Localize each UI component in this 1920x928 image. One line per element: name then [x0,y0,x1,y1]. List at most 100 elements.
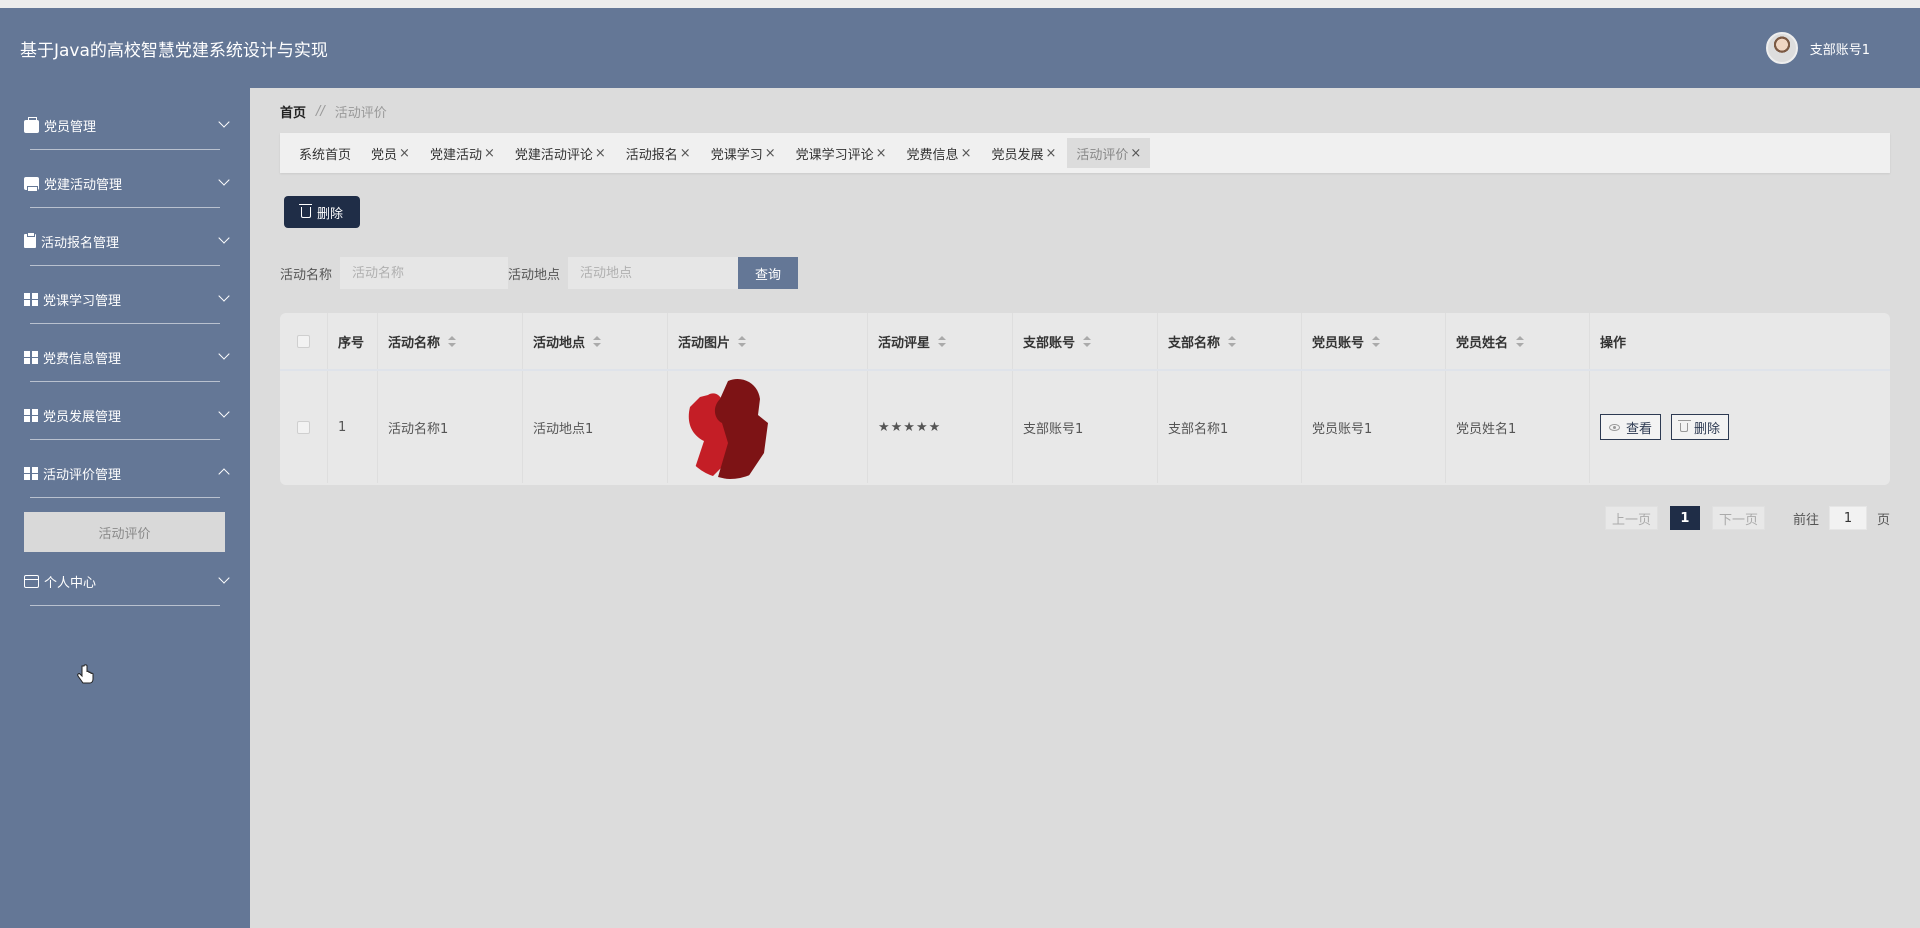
breadcrumb-home[interactable]: 首页 [280,102,306,121]
row-checkbox-cell [280,371,328,483]
user-name[interactable]: 支部账号1 [1810,39,1870,58]
tab-label: 党建活动评论 [514,147,593,163]
page-number-current[interactable]: 1 [1669,506,1700,530]
sidebar-item-label: 活动报名管理 [41,235,120,251]
close-icon[interactable]: × [595,146,606,161]
sort-icon[interactable] [448,335,457,347]
tab-signup[interactable]: 活动报名 × [617,138,700,168]
column-label: 序号 [338,335,365,351]
sidebar-item-personal-center[interactable]: 个人中心 [0,552,250,610]
activity-name-input[interactable] [340,257,509,289]
search-bar: 活动名称 活动地点 查询 [280,257,799,289]
tab-label: 党员 [371,147,398,163]
activity-place-label: 活动地点 [508,267,561,283]
column-header[interactable]: 党员账号 [1302,313,1446,369]
sidebar-item-signup-management[interactable]: 活动报名管理 [0,212,250,270]
sidebar-item-activity-management[interactable]: 党建活动管理 [0,154,250,212]
chevron-up-icon [218,468,230,480]
column-header[interactable]: 活动名称 [378,313,523,369]
close-icon[interactable]: × [484,146,495,161]
sidebar-item-evaluation-management[interactable]: 活动评价管理 [0,444,250,502]
sidebar-item-study-management[interactable]: 党课学习管理 [0,270,250,328]
close-icon[interactable]: × [1045,146,1056,161]
sidebar: 党员管理 党建活动管理 活动报名管理 党课学习管理 党费信息管理 党员发展管理 … [0,88,250,928]
tab-label: 党费信息 [906,147,959,163]
trash-icon [1678,419,1692,432]
close-icon[interactable]: × [876,146,887,161]
next-page-button[interactable]: 下一页 [1711,506,1765,530]
column-header[interactable]: 党员姓名 [1446,313,1590,369]
tab-study[interactable]: 党课学习 × [702,138,785,168]
activity-name-label: 活动名称 [280,267,333,283]
batch-delete-label: 删除 [316,206,343,222]
sidebar-item-label: 党课学习管理 [43,293,122,309]
tab-study-comment[interactable]: 党课学习评论 × [787,138,896,168]
batch-delete-button[interactable]: 删除 [284,196,360,228]
sidebar-item-member-management[interactable]: 党员管理 [0,96,250,154]
column-header[interactable]: 活动图片 [668,313,868,369]
main-content: 首页 // 活动评价 系统首页 党员 × 党建活动 × 党建活动评论 × 活动报名 × … [250,88,1920,928]
column-label: 党员账号 [1312,335,1365,351]
row-delete-label: 删除 [1694,421,1721,437]
card-icon [24,574,39,588]
row-delete-button[interactable]: 删除 [1671,414,1730,440]
sort-icon[interactable] [738,335,747,347]
activity-place-input[interactable] [568,257,739,289]
goto-label: 前往 [1792,512,1819,528]
row-checkbox[interactable] [297,420,310,434]
sort-icon[interactable] [1228,335,1237,347]
tab-development[interactable]: 党员发展 × [982,138,1065,168]
user-menu[interactable]: 支部账号1 [1765,32,1870,64]
chevron-down-icon [218,232,230,244]
breadcrumb-separator: // [316,104,325,119]
close-icon[interactable]: × [1130,146,1141,161]
column-header[interactable]: 活动评星 [868,313,1013,369]
sort-icon[interactable] [1083,335,1092,347]
close-icon[interactable]: × [680,146,691,161]
tab-label: 党课学习 [710,147,763,163]
sidebar-item-development-management[interactable]: 党员发展管理 [0,386,250,444]
briefcase-icon [24,116,39,133]
prev-page-button[interactable]: 上一页 [1604,506,1658,530]
star-rating: ★★★★★ [878,419,942,435]
tab-system-home[interactable]: 系统首页 [290,138,360,168]
tab-fee[interactable]: 党费信息 × [898,138,981,168]
chevron-down-icon [218,348,230,360]
column-label: 支部账号 [1023,335,1076,351]
column-label: 活动地点 [533,335,586,351]
column-header[interactable]: 活动地点 [523,313,668,369]
tab-label: 党建活动 [429,147,482,163]
activity-thumbnail-image[interactable] [678,375,782,479]
tab-activity-comment[interactable]: 党建活动评论 × [506,138,615,168]
column-header[interactable]: 支部账号 [1013,313,1158,369]
tab-bar: 系统首页 党员 × 党建活动 × 党建活动评论 × 活动报名 × 党课学习 × 党课学习评… [280,133,1890,173]
sidebar-item-label: 党建活动管理 [44,177,123,193]
chevron-down-icon [218,572,230,584]
avatar[interactable] [1765,32,1798,64]
sort-icon[interactable] [593,335,602,347]
grid-icon [24,292,38,306]
sort-icon[interactable] [1516,335,1525,347]
view-button[interactable]: 查看 [1600,414,1662,440]
header-checkbox-cell [280,313,328,369]
tab-member[interactable]: 党员 × [362,138,419,168]
goto-page-input[interactable]: 1 [1828,506,1867,530]
tab-evaluation[interactable]: 活动评价 × [1067,138,1151,168]
app-header: 基于Java的高校智慧党建系统设计与实现 支部账号1 [0,8,1920,88]
pagination: 上一页 1 下一页 前往 1 页 [1604,506,1890,530]
query-button[interactable]: 查询 [738,257,799,289]
select-all-checkbox[interactable] [297,334,310,348]
sidebar-subitem-evaluation[interactable]: 活动评价 [24,512,225,552]
sort-icon[interactable] [938,335,947,347]
tab-activity[interactable]: 党建活动 × [421,138,504,168]
column-header: 操作 [1590,313,1890,369]
column-header[interactable]: 支部名称 [1158,313,1302,369]
close-icon[interactable]: × [765,146,776,161]
close-icon[interactable]: × [961,146,972,161]
sidebar-item-fee-management[interactable]: 党费信息管理 [0,328,250,386]
sidebar-item-label: 党员管理 [44,119,97,135]
chevron-down-icon [218,174,230,186]
close-icon[interactable]: × [399,146,410,161]
sort-icon[interactable] [1372,335,1381,347]
sidebar-item-label: 个人中心 [44,575,97,591]
